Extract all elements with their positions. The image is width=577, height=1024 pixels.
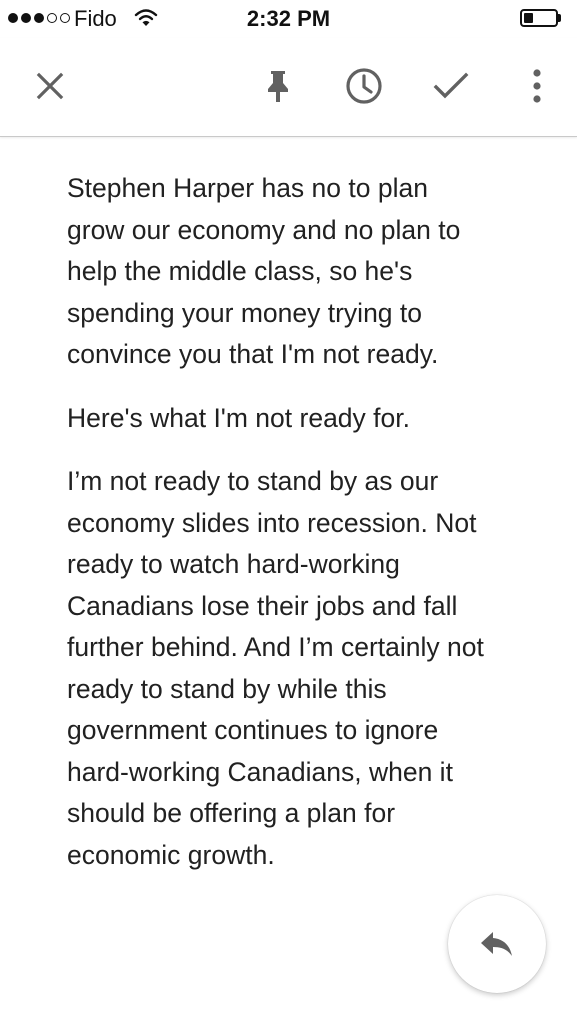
battery-level — [524, 13, 533, 23]
close-button[interactable] — [26, 62, 74, 110]
reply-fab-button[interactable] — [448, 895, 546, 993]
email-toolbar — [0, 38, 577, 137]
status-time: 2:32 PM — [246, 6, 331, 31]
battery-tip — [558, 14, 561, 22]
reply-icon — [481, 932, 512, 956]
more-vert-icon — [533, 69, 541, 103]
pin-button[interactable] — [254, 62, 302, 110]
checkmark-icon — [433, 72, 469, 99]
email-paragraph: I’m not ready to stand by as our economy… — [67, 466, 484, 870]
battery-icon — [520, 9, 558, 27]
snooze-button[interactable] — [340, 62, 388, 110]
email-paragraph: Here's what I'm not ready for. — [67, 402, 410, 433]
mark-done-button[interactable] — [427, 62, 475, 110]
pin-icon — [268, 71, 288, 102]
more-options-button[interactable] — [513, 62, 561, 110]
close-icon — [36, 72, 64, 100]
email-paragraph: Stephen Harper has no to plan grow our e… — [67, 173, 461, 369]
status-bar: Fido 2:32 PM — [0, 0, 577, 38]
snooze-clock-icon — [346, 68, 382, 104]
email-body: Stephen Harper has no to plan grow our e… — [67, 168, 507, 898]
